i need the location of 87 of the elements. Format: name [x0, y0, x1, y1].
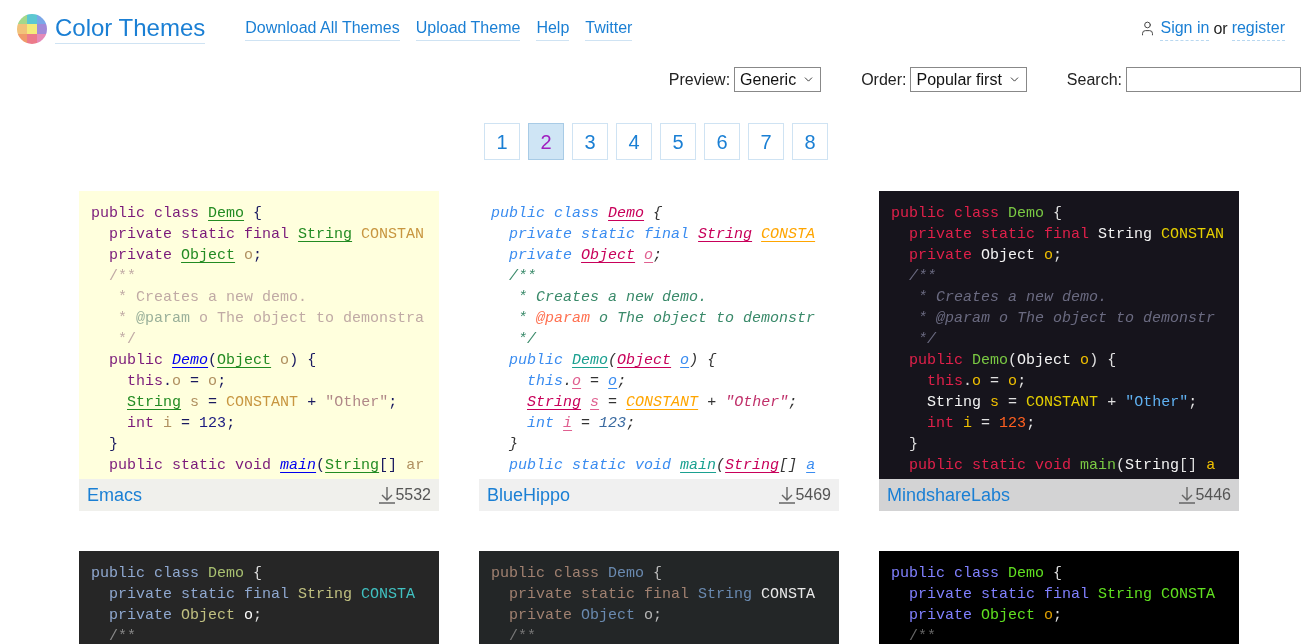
page-button[interactable]: 2	[528, 123, 564, 160]
page-button[interactable]: 8	[792, 123, 828, 160]
theme-name-link[interactable]: BlueHippo	[487, 481, 571, 509]
nav-link[interactable]: Help	[536, 16, 570, 41]
code-line: public class Demo {	[91, 564, 264, 584]
code-line: private Object o;	[508, 606, 664, 626]
field-label: Preview:	[668, 69, 731, 90]
code-line: */	[517, 330, 538, 350]
code-line: public static void main(String[] ar	[108, 456, 426, 476]
code-line: public class Demo {	[91, 204, 264, 224]
page-button[interactable]: 6	[704, 123, 740, 160]
code-line: /**	[508, 267, 538, 287]
code-line: String s = CONSTANT + "Other";	[526, 393, 799, 413]
dropdown-select[interactable]: Popular first	[910, 67, 1027, 92]
code-line: private static final String CONSTA	[508, 225, 817, 245]
code-line: int i = 123;	[926, 414, 1037, 434]
code-line: this.o = o;	[126, 372, 228, 392]
register-link[interactable]: register	[1231, 16, 1285, 41]
code-line: }	[908, 435, 920, 455]
download-count: 5469	[795, 485, 831, 505]
download-count: 5446	[1195, 485, 1231, 505]
site-title[interactable]: Color Themes	[55, 13, 206, 44]
code-line: public Demo(Object o) {	[108, 351, 318, 371]
code-line: this.o = o;	[926, 372, 1028, 392]
code-line: /**	[108, 627, 138, 644]
nav-link[interactable]: Twitter	[585, 16, 633, 41]
code-line: /**	[908, 267, 938, 287]
sign-in-link[interactable]: Sign in	[1160, 16, 1210, 41]
code-line: * @param o The object to demonstra	[117, 309, 426, 329]
theme-card[interactable]: public class Demo { private static final String CONSTA private Object o; /**	[879, 551, 1239, 644]
theme-card[interactable]: public class Demo { private static final String CONSTA private Object o; /**	[79, 551, 439, 644]
code-line: int i = 123;	[126, 414, 237, 434]
code-line: /**	[108, 267, 138, 287]
code-line: }	[508, 435, 520, 455]
field-label: Order:	[861, 69, 907, 90]
code-line: public Demo(Object o) {	[508, 351, 718, 371]
code-line: * @param o The object to demonstr	[917, 309, 1217, 329]
code-line: * Creates a new demo.	[517, 288, 709, 308]
theme-card[interactable]	[879, 191, 1239, 511]
code-line: * Creates a new demo.	[917, 288, 1109, 308]
code-line: /**	[508, 627, 538, 644]
code-line: private static final String CONSTA	[508, 585, 817, 605]
logo-icon	[17, 13, 47, 44]
page-button[interactable]: 7	[748, 123, 784, 160]
code-line: String s = CONSTANT + "Other";	[926, 393, 1199, 413]
code-line: public class Demo {	[891, 564, 1064, 584]
separator-text: or	[1213, 18, 1228, 39]
code-line: public static void main(String[] a	[508, 456, 817, 476]
code-line: public static void main(String[] a	[908, 456, 1217, 476]
code-line: public class Demo {	[891, 204, 1064, 224]
code-line: public class Demo {	[491, 564, 664, 584]
code-line: private static final String CONSTA	[908, 585, 1217, 605]
code-line: private Object o;	[108, 246, 264, 266]
code-line: public class Demo {	[491, 204, 664, 224]
code-line: */	[117, 330, 138, 350]
page-button[interactable]: 1	[484, 123, 520, 160]
field-label: Search:	[1066, 69, 1122, 90]
page-button[interactable]: 3	[572, 123, 608, 160]
code-line: this.o = o;	[526, 372, 628, 392]
code-line: int i = 123;	[526, 414, 637, 434]
code-line: private Object o;	[908, 606, 1064, 626]
code-line: */	[917, 330, 938, 350]
code-line: private static final String CONSTAN	[108, 225, 426, 245]
search-field[interactable]	[1126, 67, 1301, 92]
code-line: }	[108, 435, 120, 455]
download-icon	[1179, 486, 1196, 504]
page-button[interactable]: 5	[660, 123, 696, 160]
download-count: 5532	[395, 485, 431, 505]
code-line: public Demo(Object o) {	[908, 351, 1118, 371]
code-line: private static final String CONSTA	[108, 585, 417, 605]
code-line: String s = CONSTANT + "Other";	[126, 393, 399, 413]
code-line: * @param o The object to demonstr	[517, 309, 817, 329]
code-line: private Object o;	[108, 606, 264, 626]
theme-name-link[interactable]: Emacs	[87, 481, 142, 509]
nav-link[interactable]: Download All Themes	[245, 16, 400, 41]
download-icon	[779, 486, 796, 504]
code-line: /**	[908, 627, 938, 644]
dropdown-select[interactable]: Generic	[734, 67, 822, 92]
code-line: private Object o;	[508, 246, 664, 266]
download-icon	[379, 486, 396, 504]
code-line: * Creates a new demo.	[117, 288, 309, 308]
code-line: private Object o;	[908, 246, 1064, 266]
theme-card[interactable]: public class Demo { private static final String CONSTA private Object o; /**	[479, 551, 839, 644]
page-button[interactable]: 4	[616, 123, 652, 160]
theme-name-link[interactable]: MindshareLabs	[887, 481, 1011, 509]
nav-link[interactable]: Upload Theme	[415, 16, 521, 41]
code-line: private static final String CONSTAN	[908, 225, 1226, 245]
